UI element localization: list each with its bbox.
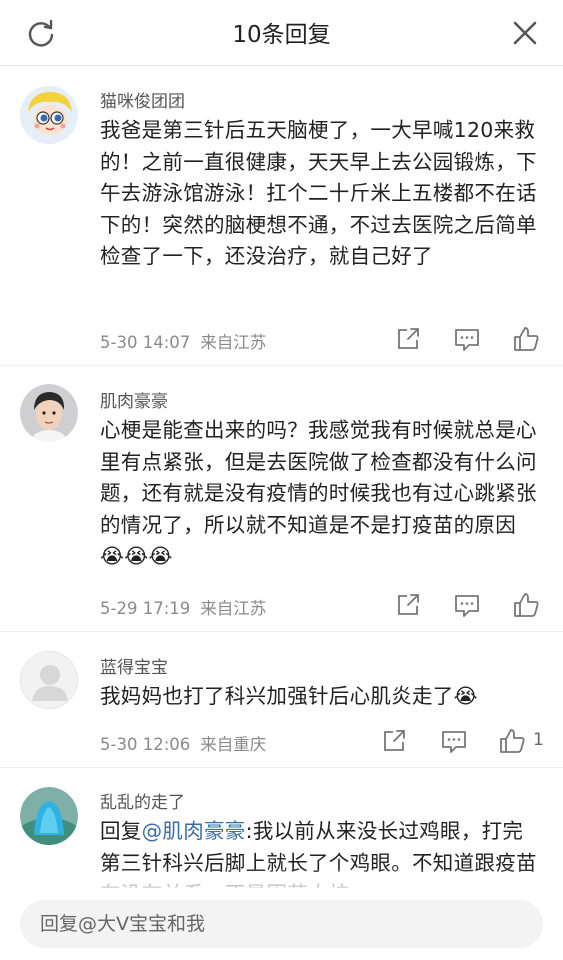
comment-item: 蓝得宝宝 我妈妈也打了科兴加强针后心肌炎走了😭 5-30 12:06 来自重庆 1 xyxy=(0,633,563,768)
avatar[interactable] xyxy=(20,787,78,845)
comment-location: 来自江苏 xyxy=(200,333,267,352)
reply-input[interactable] xyxy=(20,900,543,948)
share-icon[interactable] xyxy=(380,727,408,755)
comment-meta: 5-30 12:06 来自重庆 xyxy=(100,731,266,755)
comment-time: 5-30 12:06 xyxy=(100,735,191,754)
comment-time: 5-30 14:07 xyxy=(100,333,191,352)
comment-text: 我妈妈也打了科兴加强针后心肌炎走了😭 xyxy=(100,684,478,708)
comment-meta: 5-29 17:19 来自江苏 xyxy=(100,595,266,619)
like-icon[interactable] xyxy=(512,325,540,353)
avatar[interactable] xyxy=(20,384,78,442)
dialog-header: 10条回复 xyxy=(0,0,563,66)
comment-item: 猫咪俊团团 我爸是第三针后五天脑梗了，一大早喊120来救的！之前一直很健康，天天… xyxy=(0,67,563,366)
dialog-title: 10条回复 xyxy=(232,22,331,48)
like-icon[interactable] xyxy=(498,727,526,755)
comment-text: 心梗是能查出来的吗？我感觉我有时候就总是心里有点紧张，但是去医院做了检查都没有什… xyxy=(100,418,537,568)
avatar[interactable] xyxy=(20,651,78,709)
comment-location: 来自重庆 xyxy=(200,735,267,754)
comment-icon[interactable] xyxy=(440,727,468,755)
comment-location: 来自江苏 xyxy=(200,599,267,618)
comment-text: 我爸是第三针后五天脑梗了，一大早喊120来救的！之前一直很健康，天天早上去公园锻… xyxy=(100,118,537,268)
comment-icon[interactable] xyxy=(453,325,481,353)
comment-time: 5-29 17:19 xyxy=(100,599,191,618)
share-icon[interactable] xyxy=(394,591,422,619)
comment-item: 肌肉豪豪 心梗是能查出来的吗？我感觉我有时候就总是心里有点紧张，但是去医院做了检… xyxy=(0,367,563,632)
like-count: 1 xyxy=(533,730,544,750)
comment-icon[interactable] xyxy=(453,591,481,619)
reply-prefix: 回复 xyxy=(100,819,142,843)
comment-meta: 5-30 14:07 来自江苏 xyxy=(100,329,266,353)
reply-bar xyxy=(0,888,563,960)
comment-username[interactable]: 肌肉豪豪 xyxy=(100,387,168,412)
avatar[interactable] xyxy=(20,86,78,144)
like-icon[interactable] xyxy=(512,591,540,619)
comment-username[interactable]: 猫咪俊团团 xyxy=(100,87,185,112)
mention-link[interactable]: @肌肉豪豪 xyxy=(142,819,246,843)
comment-username[interactable]: 乱乱的走了 xyxy=(100,788,185,813)
share-icon[interactable] xyxy=(394,325,422,353)
close-icon[interactable] xyxy=(510,18,540,48)
comment-username[interactable]: 蓝得宝宝 xyxy=(100,653,168,678)
